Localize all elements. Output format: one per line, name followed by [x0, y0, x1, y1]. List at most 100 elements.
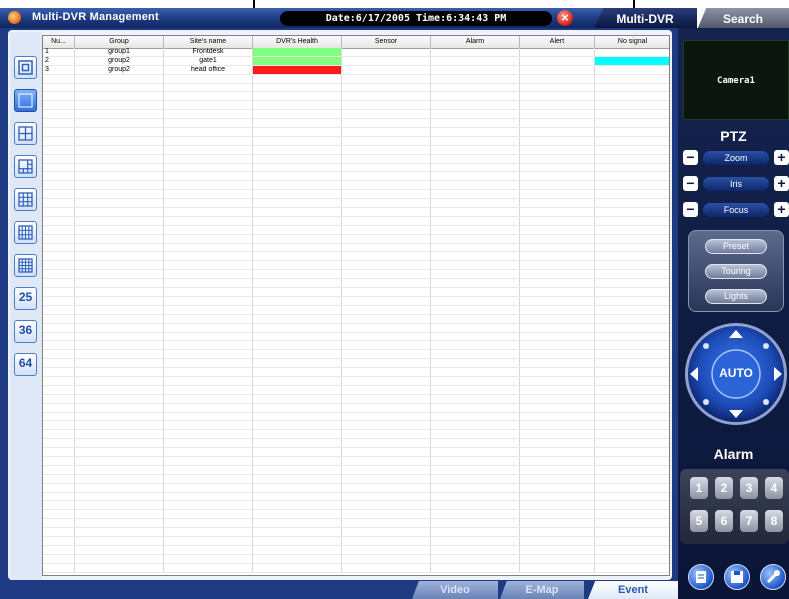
- column-header-group[interactable]: Group: [75, 36, 164, 48]
- cell-number: [43, 83, 75, 92]
- cell-group: [75, 216, 164, 225]
- column-header-dvr-health[interactable]: DVR's Health: [253, 36, 342, 48]
- alarm-title: Alarm: [713, 446, 754, 462]
- table-row: [43, 243, 669, 253]
- cell-site-name: [164, 554, 253, 563]
- cell-no-signal: [595, 537, 669, 545]
- table-row[interactable]: 3 group2 head office: [43, 65, 669, 75]
- cell-group: [75, 296, 164, 305]
- table-row: [43, 430, 669, 440]
- tab-event[interactable]: Event: [588, 581, 678, 599]
- cell-number: [43, 261, 75, 270]
- schedule-icon[interactable]: [688, 564, 714, 590]
- cell-alert: [520, 154, 595, 163]
- lights-button[interactable]: Lights: [705, 289, 767, 304]
- column-header-alert[interactable]: Alert: [520, 36, 595, 48]
- tools-icon[interactable]: [760, 564, 786, 590]
- zoom-in-button[interactable]: +: [774, 150, 789, 165]
- split-10-view-button[interactable]: [14, 221, 37, 244]
- column-header-sensor[interactable]: Sensor: [342, 36, 431, 48]
- quad-view-button[interactable]: [14, 122, 37, 145]
- split-25-view-button[interactable]: 25: [14, 287, 37, 310]
- fullscreen-view-button[interactable]: [14, 56, 37, 79]
- cell-site-name: [164, 385, 253, 394]
- split-16-view-button[interactable]: [14, 254, 37, 277]
- cell-no-signal: [595, 315, 669, 323]
- auto-button[interactable]: AUTO: [712, 366, 760, 380]
- cell-sensor: [342, 270, 431, 279]
- cell-alarm: [431, 510, 520, 519]
- table-row[interactable]: 2 group2 gate1: [43, 56, 669, 66]
- close-button[interactable]: ×: [557, 10, 573, 26]
- column-header-number[interactable]: Nu...: [43, 36, 75, 48]
- app-window: Multi-DVR Management Date:6/17/2005 Time…: [0, 0, 789, 599]
- cell-sensor: [342, 412, 431, 421]
- alarm-button-4[interactable]: 4: [765, 477, 783, 499]
- column-header-alarm[interactable]: Alarm: [431, 36, 520, 48]
- split-64-view-button[interactable]: 64: [14, 353, 37, 376]
- cell-dvr-health: [253, 554, 342, 563]
- cell-alert: [520, 412, 595, 421]
- iris-label: Iris: [703, 177, 769, 191]
- touring-button[interactable]: Touring: [705, 264, 767, 279]
- split-36-view-button[interactable]: 36: [14, 320, 37, 343]
- cell-alarm: [431, 163, 520, 172]
- column-header-no-signal[interactable]: No signal: [595, 36, 669, 48]
- iris-close-button[interactable]: −: [683, 176, 698, 191]
- single-view-button[interactable]: [14, 89, 37, 112]
- alarm-button-5[interactable]: 5: [690, 510, 708, 532]
- app-logo-icon: [8, 11, 21, 24]
- save-icon[interactable]: [724, 564, 750, 590]
- alarm-button-8[interactable]: 8: [765, 510, 783, 532]
- column-header-site-name[interactable]: Site's name: [164, 36, 253, 48]
- cell-number: [43, 412, 75, 421]
- cell-site-name: [164, 101, 253, 110]
- cell-sensor: [342, 323, 431, 332]
- cell-alert: [520, 545, 595, 554]
- tab-multi-dvr[interactable]: Multi-DVR: [593, 8, 697, 30]
- alarm-button-2[interactable]: 2: [715, 477, 733, 499]
- tab-e-map[interactable]: E-Map: [500, 581, 584, 599]
- alarm-button-1[interactable]: 1: [690, 477, 708, 499]
- table-row: [43, 110, 669, 120]
- alarm-button-7[interactable]: 7: [740, 510, 758, 532]
- ptz-title: PTZ: [720, 128, 747, 144]
- iris-open-button[interactable]: +: [774, 176, 789, 191]
- cell-dvr-health: [253, 243, 342, 252]
- table-row: [43, 528, 669, 537]
- split-36-label: 36: [18, 323, 33, 337]
- alarm-button-3[interactable]: 3: [740, 477, 758, 499]
- cell-alarm: [431, 519, 520, 528]
- cell-alert: [520, 483, 595, 492]
- zoom-out-button[interactable]: −: [683, 150, 698, 165]
- cell-no-signal: [595, 261, 669, 269]
- tab-video[interactable]: Video: [412, 581, 498, 599]
- table-row: [43, 172, 669, 182]
- cell-alert: [520, 314, 595, 323]
- focus-far-button[interactable]: +: [774, 202, 789, 217]
- split-9-view-button[interactable]: [14, 188, 37, 211]
- table-row: [43, 314, 669, 324]
- table-row: [43, 412, 669, 422]
- alarm-button-6[interactable]: 6: [715, 510, 733, 532]
- tab-search[interactable]: Search: [697, 8, 789, 30]
- camera-preview[interactable]: Camera1: [683, 40, 789, 120]
- table-row: [43, 563, 669, 573]
- table-row: [43, 323, 669, 333]
- cell-sensor: [342, 56, 431, 65]
- split-6-view-button[interactable]: [14, 155, 37, 178]
- table-row[interactable]: 1 group1 Frontdesk: [43, 48, 669, 57]
- preset-button[interactable]: Preset: [705, 239, 767, 254]
- table-row: [43, 554, 669, 564]
- cell-no-signal: [595, 528, 669, 536]
- focus-near-button[interactable]: −: [683, 202, 698, 217]
- cell-sensor: [342, 163, 431, 172]
- cell-number: [43, 92, 75, 101]
- cell-dvr-health: [253, 430, 342, 439]
- cell-no-signal: [595, 288, 669, 296]
- cell-group: [75, 154, 164, 163]
- cell-number: [43, 234, 75, 243]
- table-row: [43, 536, 669, 546]
- cell-group: [75, 563, 164, 572]
- cell-alert: [520, 110, 595, 119]
